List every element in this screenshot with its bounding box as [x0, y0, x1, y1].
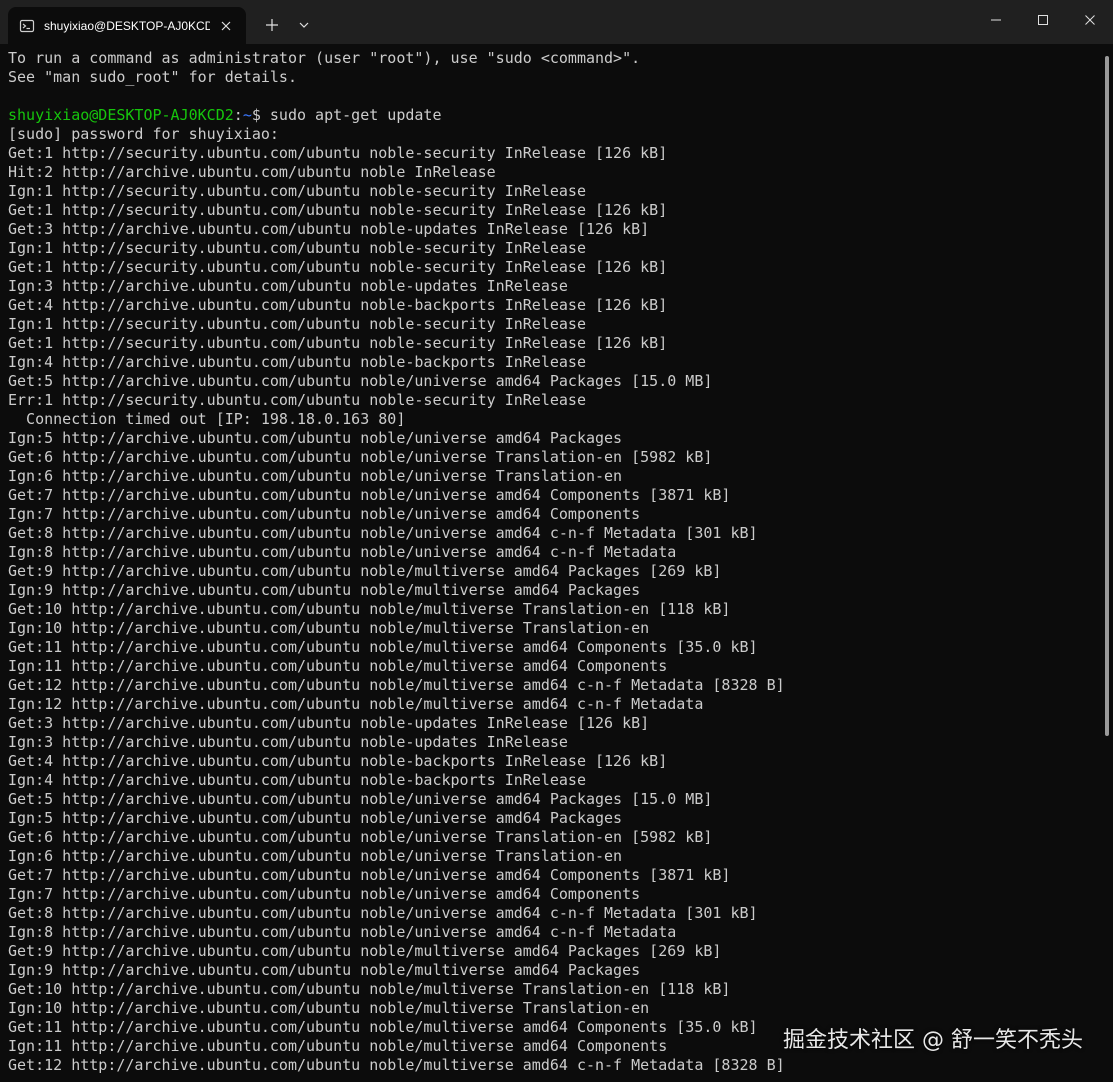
terminal-line: Ign:8 http://archive.ubuntu.com/ubuntu n… [8, 923, 677, 941]
terminal-line: Ign:4 http://archive.ubuntu.com/ubuntu n… [8, 771, 586, 789]
terminal-line: Ign:1 http://security.ubuntu.com/ubuntu … [8, 239, 586, 257]
terminal-line: Ign:3 http://archive.ubuntu.com/ubuntu n… [8, 733, 568, 751]
terminal-line: Get:10 http://archive.ubuntu.com/ubuntu … [8, 600, 731, 618]
prompt-path: ~ [242, 106, 252, 124]
new-tab-button[interactable] [256, 9, 288, 41]
terminal-line: Get:4 http://archive.ubuntu.com/ubuntu n… [8, 752, 668, 770]
terminal-line: Get:8 http://archive.ubuntu.com/ubuntu n… [8, 524, 758, 542]
terminal-line: Ign:6 http://archive.ubuntu.com/ubuntu n… [8, 467, 623, 485]
tab-title: shuyixiao@DESKTOP-AJ0KCD2: ~ [44, 18, 210, 33]
terminal-line: Get:6 http://archive.ubuntu.com/ubuntu n… [8, 828, 713, 846]
terminal-line: Ign:12 http://archive.ubuntu.com/ubuntu … [8, 695, 704, 713]
terminal-line: Ign:5 http://archive.ubuntu.com/ubuntu n… [8, 429, 623, 447]
terminal-line: Get:3 http://archive.ubuntu.com/ubuntu n… [8, 714, 650, 732]
close-icon [1084, 15, 1095, 25]
prompt-user-host: shuyixiao@DESKTOP-AJ0KCD2 [8, 106, 234, 124]
terminal-line: Ign:4 http://archive.ubuntu.com/ubuntu n… [8, 353, 586, 371]
terminal-line: To run a command as administrator (user … [8, 49, 641, 67]
terminal-line: Get:10 http://archive.ubuntu.com/ubuntu … [8, 980, 731, 998]
terminal-output[interactable]: To run a command as administrator (user … [0, 44, 1100, 1082]
terminal-line: Ign:5 http://archive.ubuntu.com/ubuntu n… [8, 809, 623, 827]
terminal-line: Get:9 http://archive.ubuntu.com/ubuntu n… [8, 942, 722, 960]
terminal-line: Get:11 http://archive.ubuntu.com/ubuntu … [8, 638, 758, 656]
terminal-line: Ign:9 http://archive.ubuntu.com/ubuntu n… [8, 581, 641, 599]
terminal-line: See "man sudo_root" for details. [8, 68, 297, 86]
terminal-line: Connection timed out [IP: 198.18.0.163 8… [8, 410, 406, 428]
terminal-line: Get:8 http://archive.ubuntu.com/ubuntu n… [8, 904, 758, 922]
minimize-icon [990, 19, 1001, 21]
terminal-line: Ign:6 http://archive.ubuntu.com/ubuntu n… [8, 847, 623, 865]
maximize-icon [1037, 15, 1048, 25]
terminal-line: Get:1 http://security.ubuntu.com/ubuntu … [8, 334, 668, 352]
terminal-line: Get:12 http://archive.ubuntu.com/ubuntu … [8, 1056, 785, 1074]
tab-terminal[interactable]: shuyixiao@DESKTOP-AJ0KCD2: ~ [8, 7, 246, 44]
scrollbar-thumb[interactable] [1105, 56, 1109, 736]
terminal-line: Get:6 http://archive.ubuntu.com/ubuntu n… [8, 448, 713, 466]
scrollbar[interactable] [1100, 44, 1113, 1082]
terminal-line: Ign:10 http://archive.ubuntu.com/ubuntu … [8, 999, 650, 1017]
chevron-down-icon [299, 22, 309, 28]
terminal-line: Get:1 http://security.ubuntu.com/ubuntu … [8, 201, 668, 219]
terminal-line: Get:4 http://archive.ubuntu.com/ubuntu n… [8, 296, 668, 314]
terminal-line: Ign:10 http://archive.ubuntu.com/ubuntu … [8, 619, 650, 637]
terminal-line: Get:5 http://archive.ubuntu.com/ubuntu n… [8, 790, 713, 808]
terminal-line: Get:12 http://archive.ubuntu.com/ubuntu … [8, 676, 785, 694]
terminal-line: Get:1 http://security.ubuntu.com/ubuntu … [8, 258, 668, 276]
terminal-line: Ign:1 http://security.ubuntu.com/ubuntu … [8, 315, 586, 333]
prompt-separator: : [233, 106, 243, 124]
prompt-symbol: $ [251, 106, 270, 124]
prompt-command: sudo apt-get update [269, 106, 442, 124]
window-controls [972, 0, 1113, 40]
terminal-line: Get:7 http://archive.ubuntu.com/ubuntu n… [8, 866, 731, 884]
close-icon [221, 21, 231, 30]
terminal-line: Ign:9 http://archive.ubuntu.com/ubuntu n… [8, 961, 641, 979]
watermark: 掘金技术社区 @ 舒一笑不秃头 [783, 1028, 1083, 1053]
terminal-line: Get:5 http://archive.ubuntu.com/ubuntu n… [8, 372, 713, 390]
terminal-line: Hit:2 http://archive.ubuntu.com/ubuntu n… [8, 163, 496, 181]
minimize-button[interactable] [972, 0, 1019, 40]
title-bar: shuyixiao@DESKTOP-AJ0KCD2: ~ [0, 0, 1113, 44]
terminal-line: [sudo] password for shuyixiao: [8, 125, 279, 143]
terminal-line: Ign:3 http://archive.ubuntu.com/ubuntu n… [8, 277, 568, 295]
prompt-line: shuyixiao@DESKTOP-AJ0KCD2:~$ sudo apt-ge… [8, 106, 1100, 125]
plus-icon [266, 19, 278, 31]
terminal-line: Get:9 http://archive.ubuntu.com/ubuntu n… [8, 562, 722, 580]
terminal-line: Ign:11 http://archive.ubuntu.com/ubuntu … [8, 657, 668, 675]
terminal-line: Err:1 http://security.ubuntu.com/ubuntu … [8, 391, 586, 409]
terminal-line: Ign:7 http://archive.ubuntu.com/ubuntu n… [8, 505, 641, 523]
terminal-line: Get:1 http://security.ubuntu.com/ubuntu … [8, 144, 668, 162]
terminal-line: Ign:8 http://archive.ubuntu.com/ubuntu n… [8, 543, 677, 561]
tab-close-button[interactable] [214, 14, 238, 38]
terminal-line: Get:7 http://archive.ubuntu.com/ubuntu n… [8, 486, 731, 504]
maximize-button[interactable] [1019, 0, 1066, 40]
close-window-button[interactable] [1066, 0, 1113, 40]
tab-dropdown-button[interactable] [288, 9, 320, 41]
terminal-line: Get:3 http://archive.ubuntu.com/ubuntu n… [8, 220, 650, 238]
terminal-icon [19, 18, 35, 34]
terminal-line: Ign:7 http://archive.ubuntu.com/ubuntu n… [8, 885, 641, 903]
terminal-line: Ign:1 http://security.ubuntu.com/ubuntu … [8, 182, 586, 200]
